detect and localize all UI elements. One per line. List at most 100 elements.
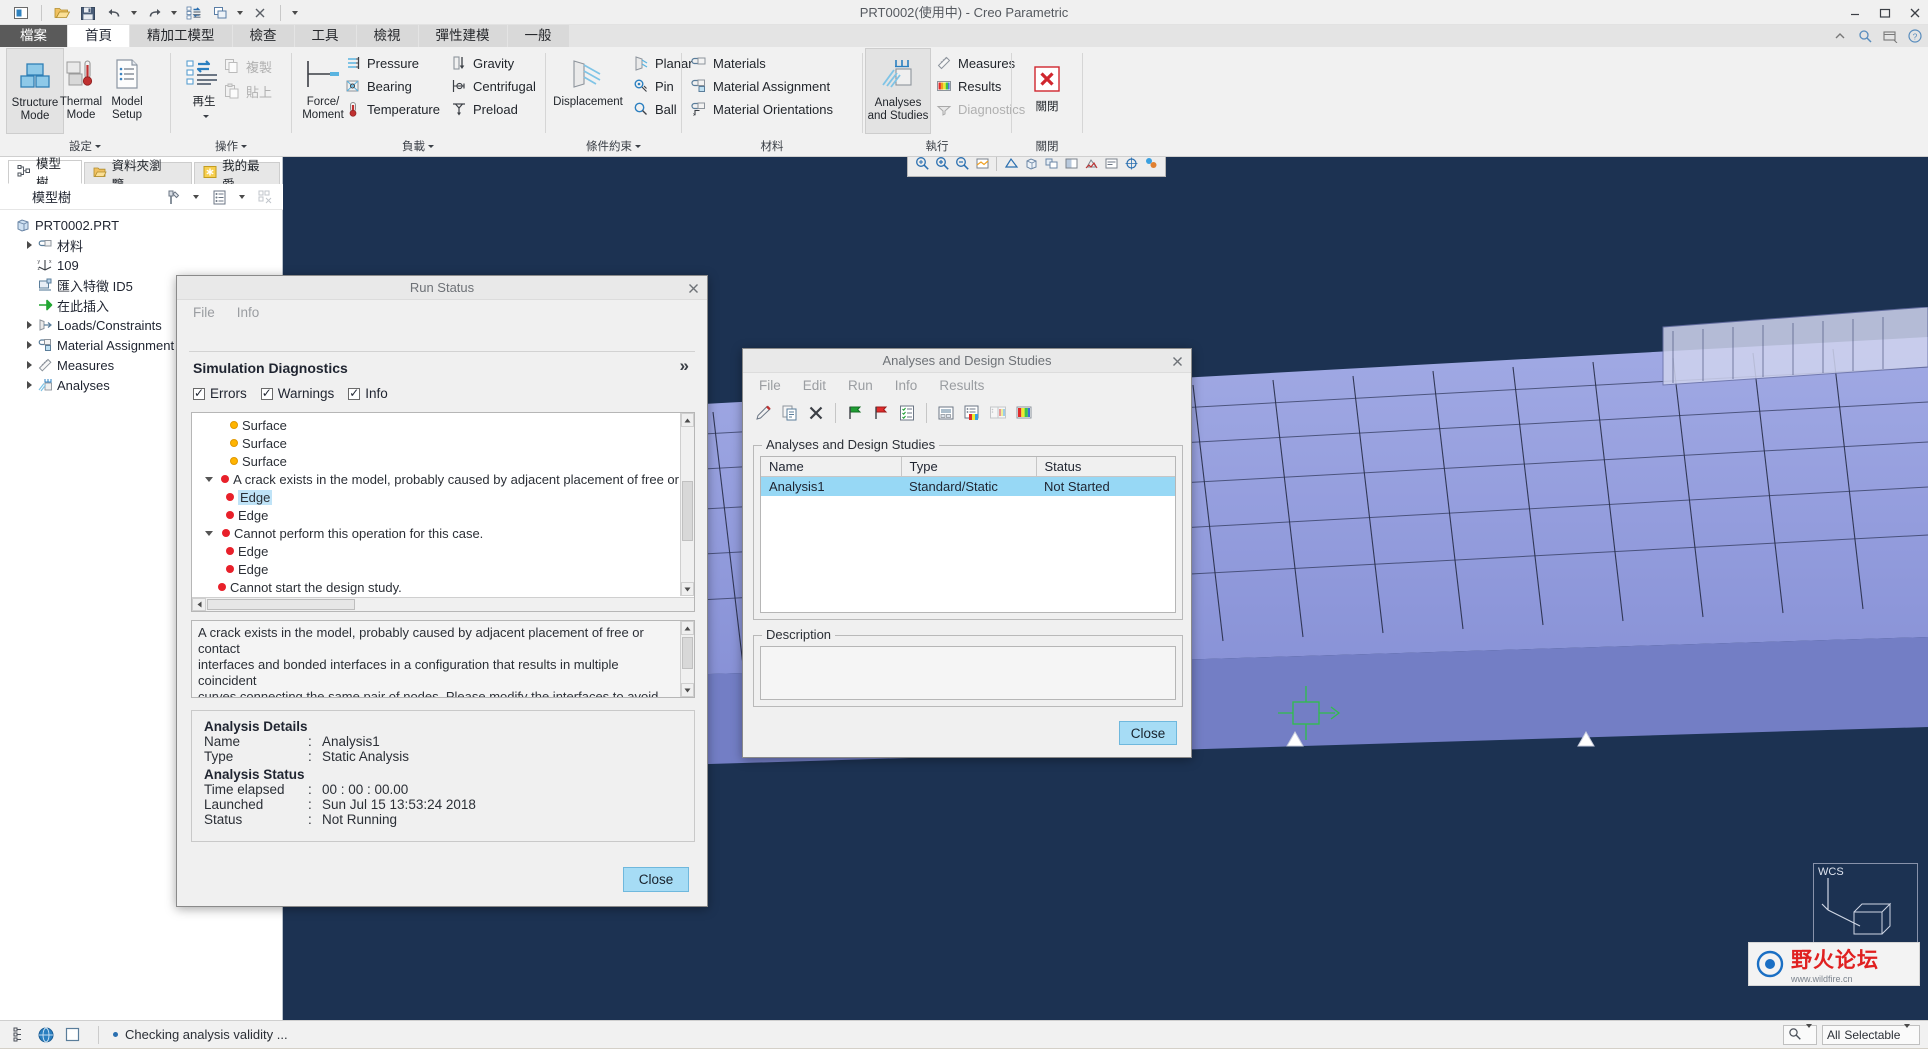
tab-applications[interactable]: 一般: [507, 25, 569, 47]
centrifugal-button[interactable]: Centrifugal: [450, 75, 536, 97]
expander-arrow-icon[interactable]: [22, 341, 36, 349]
collapse-arrow-icon[interactable]: [202, 530, 216, 536]
delete-x-icon[interactable]: [805, 401, 827, 425]
scroll-down-icon[interactable]: [681, 683, 694, 697]
minimize-ribbon-icon[interactable]: [1883, 29, 1898, 44]
scroll-thumb[interactable]: [207, 599, 355, 610]
tree-item-material[interactable]: 材料: [0, 235, 283, 255]
results-button[interactable]: Results: [935, 75, 1001, 97]
minimize-button[interactable]: [1848, 6, 1862, 20]
zoom-out-icon[interactable]: [953, 157, 971, 173]
pin-button[interactable]: Pin: [632, 75, 674, 97]
display-status-icon[interactable]: [935, 401, 957, 425]
close-button[interactable]: [1908, 6, 1922, 20]
close-window-icon[interactable]: [249, 3, 271, 23]
scroll-up-icon[interactable]: [681, 621, 694, 635]
model-setup-button[interactable]: Model Setup: [98, 48, 156, 134]
save-icon[interactable]: [77, 3, 99, 23]
collapse-arrow-icon[interactable]: [202, 476, 215, 482]
analyses-menu-info[interactable]: Info: [895, 378, 918, 393]
run-status-menu-info[interactable]: Info: [237, 305, 260, 320]
scroll-up-icon[interactable]: [681, 413, 694, 427]
analyses-menu-run[interactable]: Run: [848, 378, 873, 393]
customize-qat-icon[interactable]: [290, 3, 300, 23]
measures-button[interactable]: Measures: [935, 52, 1015, 74]
window-switch-dropdown-icon[interactable]: [235, 3, 245, 23]
message-v-scrollbar[interactable]: [680, 621, 694, 697]
expander-arrow-icon[interactable]: [22, 321, 36, 329]
close-application-button[interactable]: 關閉: [1018, 53, 1076, 139]
redo-icon[interactable]: [143, 3, 165, 23]
run-status-menu-file[interactable]: File: [193, 305, 215, 320]
diagnostics-row[interactable]: Cannot perform this operation for this c…: [192, 524, 679, 542]
diagnostics-row[interactable]: Edge: [192, 488, 679, 506]
start-run-green-flag-icon[interactable]: [844, 401, 866, 425]
window-switch-icon[interactable]: [209, 3, 231, 23]
scroll-thumb[interactable]: [682, 481, 693, 541]
pressure-button[interactable]: Pressure: [344, 52, 419, 74]
scroll-thumb[interactable]: [682, 637, 693, 669]
diagnostics-row[interactable]: A crack exists in the model, probably ca…: [192, 470, 679, 488]
column-header-type[interactable]: Type: [901, 457, 1037, 477]
displacement-button[interactable]: Displacement: [546, 48, 630, 134]
results-display-icon[interactable]: [1013, 401, 1035, 425]
diagnostics-row[interactable]: Surface: [192, 416, 679, 434]
view-manager-icon[interactable]: [1042, 157, 1060, 173]
spin-center-icon[interactable]: [1122, 157, 1140, 173]
chevron-down-icon[interactable]: [1806, 1024, 1812, 1042]
diagnostics-list[interactable]: Surface Surface Surface A crack exists i…: [191, 412, 695, 612]
bearing-button[interactable]: Bearing: [344, 75, 412, 97]
diagnostics-row[interactable]: Cannot start the design study.: [192, 578, 679, 596]
tree-columns-dropdown-icon[interactable]: [232, 187, 252, 207]
run-status-close-icon[interactable]: [685, 280, 701, 296]
tab-refine-model[interactable]: 精加工模型: [130, 25, 232, 47]
column-header-status[interactable]: Status: [1036, 457, 1175, 477]
run-status-dialog[interactable]: Run Status File Info Simulation Diagnost…: [176, 275, 708, 907]
column-header-name[interactable]: Name: [761, 457, 902, 477]
expander-arrow-icon[interactable]: [22, 381, 36, 389]
tree-filter-icon[interactable]: [255, 187, 275, 207]
search-model-control[interactable]: [1783, 1024, 1817, 1045]
diagnostics-row[interactable]: Edge: [192, 506, 679, 524]
chevron-down-icon[interactable]: [1904, 1024, 1911, 1042]
analyses-menu-file[interactable]: File: [759, 378, 781, 393]
paste-button[interactable]: 貼上: [223, 80, 272, 102]
materials-button[interactable]: Materials: [690, 52, 766, 74]
tree-columns-icon[interactable]: [209, 187, 229, 207]
tab-file[interactable]: 檔案: [0, 25, 67, 47]
datum-display-icon[interactable]: [1082, 157, 1100, 173]
temperature-button[interactable]: Temperature: [344, 98, 440, 120]
collapse-ribbon-icon[interactable]: [1833, 29, 1847, 43]
scroll-down-icon[interactable]: [681, 582, 694, 596]
browser-toggle-icon[interactable]: [36, 1025, 56, 1045]
redo-dropdown-icon[interactable]: [169, 3, 179, 23]
tree-settings-icon[interactable]: [163, 187, 183, 207]
filter-warnings-checkbox[interactable]: Warnings: [260, 386, 334, 401]
left-tab-folder-browser[interactable]: 資料夾瀏覽...: [83, 159, 193, 192]
filter-info-checkbox[interactable]: Info: [348, 386, 388, 401]
search-icon[interactable]: [1858, 29, 1872, 43]
diagnostics-row[interactable]: Surface: [192, 452, 679, 470]
scroll-left-icon[interactable]: [192, 598, 206, 611]
diagnostics-v-scrollbar[interactable]: [680, 413, 694, 596]
description-textarea[interactable]: [760, 646, 1176, 700]
tree-settings-dropdown-icon[interactable]: [186, 187, 206, 207]
analyses-menu-edit[interactable]: Edit: [803, 378, 826, 393]
selection-filter-control[interactable]: All Selectable: [1822, 1024, 1920, 1045]
undo-icon[interactable]: [103, 3, 125, 23]
expander-arrow-icon[interactable]: [22, 361, 36, 369]
expand-diagnostics-icon[interactable]: »: [680, 356, 689, 376]
left-tab-model-tree[interactable]: 模型樹: [8, 157, 82, 190]
tree-item-part[interactable]: PRT0002.PRT: [0, 215, 283, 235]
tab-tools[interactable]: 工具: [294, 25, 356, 47]
perspective-view-icon[interactable]: [1002, 157, 1020, 173]
tab-flexible-modeling[interactable]: 彈性建模: [418, 25, 507, 47]
saved-orientations-icon[interactable]: [1022, 157, 1040, 173]
graphics-window-toggle-icon[interactable]: [62, 1025, 82, 1045]
preload-button[interactable]: Preload: [450, 98, 518, 120]
tab-home[interactable]: 首頁: [68, 25, 129, 47]
run-settings-icon[interactable]: [896, 401, 918, 425]
zoom-in-icon[interactable]: [933, 157, 951, 173]
gravity-button[interactable]: Gravity: [450, 52, 514, 74]
left-tab-favorites[interactable]: 我的最愛: [194, 159, 281, 192]
